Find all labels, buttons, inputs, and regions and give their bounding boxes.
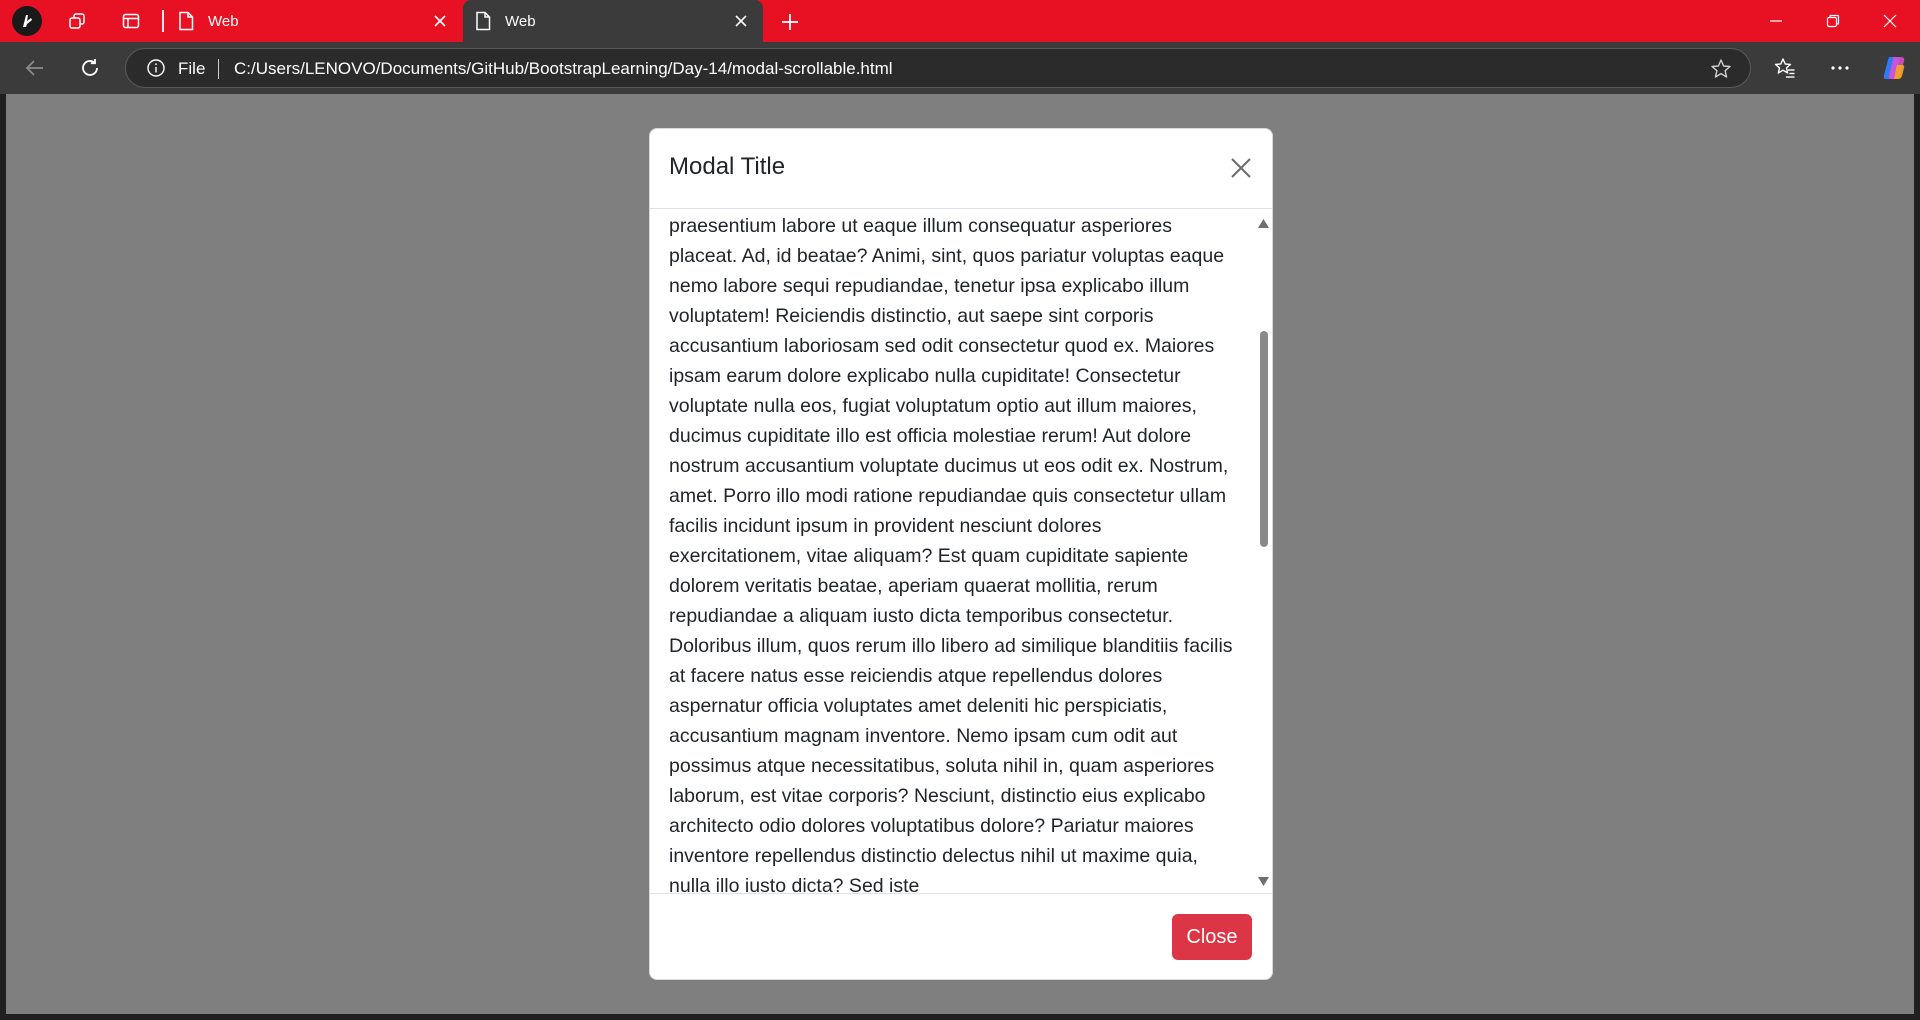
workspaces-icon[interactable] <box>62 6 92 36</box>
page-icon <box>176 11 196 31</box>
minimize-icon[interactable] <box>1748 0 1804 42</box>
browser-toolbar: File C:/Users/LENOVO/Documents/GitHub/Bo… <box>0 42 1920 94</box>
copilot-icon[interactable] <box>1877 51 1911 85</box>
refresh-icon[interactable] <box>73 51 107 85</box>
address-divider <box>218 59 219 79</box>
tab-title: Web <box>505 12 536 30</box>
close-icon[interactable] <box>1224 151 1258 185</box>
modal-body-text: praesentium labore ut eaque illum conseq… <box>669 215 1233 893</box>
address-scheme: File <box>178 59 206 78</box>
tab-web-1[interactable]: Web <box>166 0 462 42</box>
tab-title: Web <box>208 12 239 30</box>
modal-footer: Close <box>650 893 1272 979</box>
close-window-icon[interactable] <box>1862 0 1918 42</box>
close-icon[interactable] <box>727 7 755 35</box>
modal-title: Modal Title <box>669 153 786 180</box>
tab-web-2[interactable]: Web <box>463 0 763 42</box>
scroll-down-icon[interactable] <box>1258 875 1269 887</box>
more-icon[interactable] <box>1823 51 1857 85</box>
star-icon[interactable] <box>1710 58 1732 80</box>
tab-separator <box>162 10 164 32</box>
scroll-up-icon[interactable] <box>1258 217 1269 229</box>
close-icon[interactable] <box>426 7 454 35</box>
address-bar[interactable]: File C:/Users/LENOVO/Documents/GitHub/Bo… <box>125 48 1751 88</box>
info-icon[interactable] <box>146 58 166 78</box>
back-icon[interactable] <box>18 51 52 85</box>
tab-strip: Web Web <box>0 0 1920 42</box>
modal-scrollbar[interactable] <box>1255 209 1272 893</box>
restore-icon[interactable] <box>1805 0 1861 42</box>
scrollbar-thumb[interactable] <box>1260 331 1268 547</box>
tab-actions-icon[interactable] <box>116 6 146 36</box>
close-button[interactable]: Close <box>1172 914 1252 960</box>
address-url[interactable]: C:/Users/LENOVO/Documents/GitHub/Bootstr… <box>234 59 893 79</box>
profile-icon[interactable] <box>12 6 42 36</box>
page-icon <box>473 11 493 31</box>
favorites-icon[interactable] <box>1768 51 1802 85</box>
modal-header: Modal Title <box>650 129 1272 209</box>
modal-body[interactable]: praesentium labore ut eaque illum conseq… <box>650 209 1272 893</box>
modal-dialog: Modal Title praesentium labore ut eaque … <box>649 128 1273 980</box>
new-tab-icon[interactable] <box>775 7 805 37</box>
